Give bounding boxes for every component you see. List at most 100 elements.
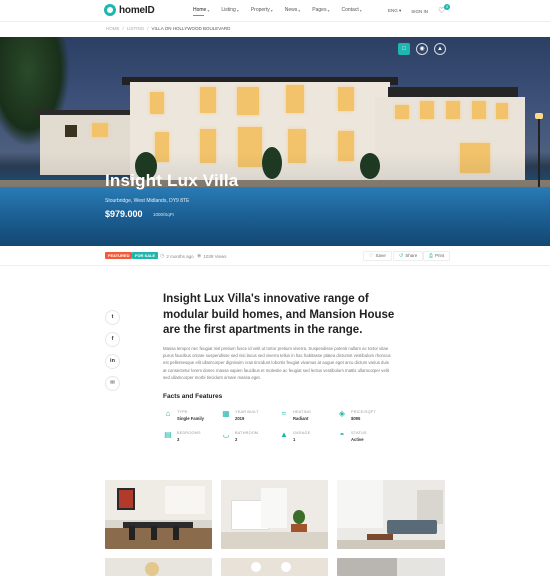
view-count: ◉ 1039 Views (197, 253, 227, 259)
nav-contact[interactable]: Contact ▾ (341, 7, 361, 13)
price-unit: 1000/SqFt (153, 212, 174, 217)
heating-icon: ≈ (281, 409, 287, 418)
chair (173, 526, 179, 540)
gallery-photo-5[interactable] (221, 558, 328, 576)
chevron-down-icon: ▾ (327, 7, 330, 13)
wishlist-count-badge: 0 (444, 4, 451, 10)
description-body: Massa tempor nec feugiat nisl pretium fu… (163, 346, 391, 380)
nav-property[interactable]: Property ▾ (251, 7, 273, 13)
facts-grid: ⌂ TYPE Single Family ▦ YEAR BUILT 2019 ≈ H… (163, 409, 395, 442)
bath-icon: ◡ (222, 430, 230, 439)
nav-right: ENG ▾ SIGN IN ♡ 0 (388, 4, 451, 15)
breadcrumb-listing[interactable]: LISTING (127, 26, 145, 31)
featured-badge: FEATURED (105, 252, 133, 259)
linkedin-icon[interactable]: in (105, 354, 120, 369)
fact-heating: ≈ HEATING Radiant (279, 409, 337, 421)
gallery-photo-study[interactable] (221, 480, 328, 549)
chevron-down-icon: ▾ (270, 7, 273, 13)
print-icon: ⎙ (429, 253, 434, 259)
for-sale-badge: FOR SALE (132, 252, 159, 259)
share-icon: ↺ (399, 253, 404, 259)
bed-icon: ▤ (164, 430, 172, 439)
status-icon: ◓ (339, 430, 345, 439)
nav-news[interactable]: News ▾ (285, 7, 301, 13)
posted-date: ◷ 2 months ago (160, 253, 194, 259)
house-icon: ⌂ (165, 409, 171, 418)
wall-art (119, 490, 133, 508)
gallery-photo-living-room[interactable] (337, 480, 445, 549)
breadcrumb-current: VILLA ON HOLLYWOOD BOULEVARD (151, 26, 231, 31)
chevron-down-icon: ▾ (236, 7, 239, 13)
price-tag-icon: ◈ (338, 409, 346, 418)
save-button[interactable]: ♡ Save (363, 251, 392, 261)
logo-text: homeID (119, 4, 155, 16)
heart-icon: ♡ (369, 253, 374, 259)
chevron-down-icon: ▾ (207, 7, 210, 13)
print-button[interactable]: ⎙ Print (423, 251, 451, 261)
main-menu: Home ▾ Listing ▾ Property ▾ News ▾ Pages ▾ Co… (193, 7, 362, 16)
email-icon[interactable]: ✉ (105, 376, 120, 391)
pendant-light (281, 562, 291, 572)
chair (151, 526, 157, 540)
sofa (387, 520, 437, 534)
gallery-photo-6[interactable] (337, 558, 445, 576)
pendant-light (251, 562, 261, 572)
facts-title: Facts and Features (163, 393, 223, 400)
floor (221, 532, 328, 549)
property-address: Stourbridge, West Midlands, DY9 8TE (105, 198, 190, 204)
floor (337, 540, 445, 549)
fact-price-sqft: ◈ PRICE/SQFT $095 (338, 409, 376, 421)
nav-pages[interactable]: Pages ▾ (312, 7, 329, 13)
calendar-icon: ▦ (222, 409, 230, 418)
window-light (397, 558, 445, 576)
fact-bedrooms: ▤ BEDROOMS 3 (164, 430, 201, 442)
chevron-down-icon: ▾ (359, 7, 362, 13)
wishlist-button[interactable]: ♡ 0 (438, 4, 451, 15)
location-icon[interactable]: ▲ (434, 43, 446, 55)
image-icon[interactable]: □ (398, 43, 410, 55)
breadcrumb: HOME / LISTING / VILLA ON HOLLYWOOD BOUL… (106, 26, 230, 31)
breadcrumb-separator: / (147, 26, 149, 31)
shelf (417, 490, 443, 524)
breadcrumb-home[interactable]: HOME (106, 26, 120, 31)
twitter-icon[interactable]: t (105, 310, 120, 325)
language-selector[interactable]: ENG ▾ (388, 8, 401, 14)
doorway (261, 488, 287, 528)
plant (293, 510, 305, 524)
chevron-down-icon: ▾ (298, 7, 301, 13)
garage-icon: ▲ (280, 430, 288, 439)
share-button[interactable]: ↺ Share (393, 251, 424, 261)
chair (129, 526, 135, 540)
property-title: Insight Lux Villa (105, 171, 239, 190)
hero-image: □ ◉ ▲ Insight Lux Villa Stourbridge, Wes… (0, 37, 550, 246)
hero-overlay (0, 37, 550, 246)
window-light (165, 486, 205, 514)
clock-icon: ◷ (160, 253, 165, 259)
map-pin-icon[interactable]: ◉ (416, 43, 428, 55)
property-meta-bar: FEATURED FOR SALE ◷ 2 months ago ◉ 1039 … (0, 246, 550, 266)
hero-toolbar: □ ◉ ▲ (398, 43, 446, 55)
fact-garage: ▲ GARAGE 1 (280, 430, 311, 442)
nav-listing[interactable]: Listing ▾ (221, 7, 238, 13)
eye-icon: ◉ (197, 253, 202, 259)
fact-status: ◓ STATUS Active (337, 430, 395, 442)
fact-year-built: ▦ YEAR BUILT 2019 (222, 409, 259, 421)
window-light (337, 480, 383, 528)
description-headline: Insight Lux Villa's innovative range of … (163, 293, 395, 336)
facebook-icon[interactable]: f (105, 332, 120, 347)
gallery-photo-kitchen[interactable] (105, 480, 212, 549)
logo[interactable]: homeID (104, 4, 155, 16)
nav-home[interactable]: Home ▾ (193, 7, 210, 16)
breadcrumb-separator: / (122, 26, 124, 31)
signin-link[interactable]: SIGN IN (411, 9, 428, 14)
gallery-photo-4[interactable] (105, 558, 212, 576)
floor (105, 528, 212, 549)
logo-icon (104, 4, 116, 16)
top-navbar: homeID Home ▾ Listing ▾ Property ▾ News ▾ Pa… (0, 0, 550, 22)
chevron-down-icon: ▾ (399, 8, 402, 13)
fact-bathroom: ◡ BATHROOM 2 (222, 430, 259, 442)
fact-type: ⌂ TYPE Single Family (163, 409, 221, 421)
lamp (145, 562, 159, 576)
property-price: $979.000 (105, 209, 143, 219)
social-share-column: t f in ✉ (105, 310, 120, 391)
